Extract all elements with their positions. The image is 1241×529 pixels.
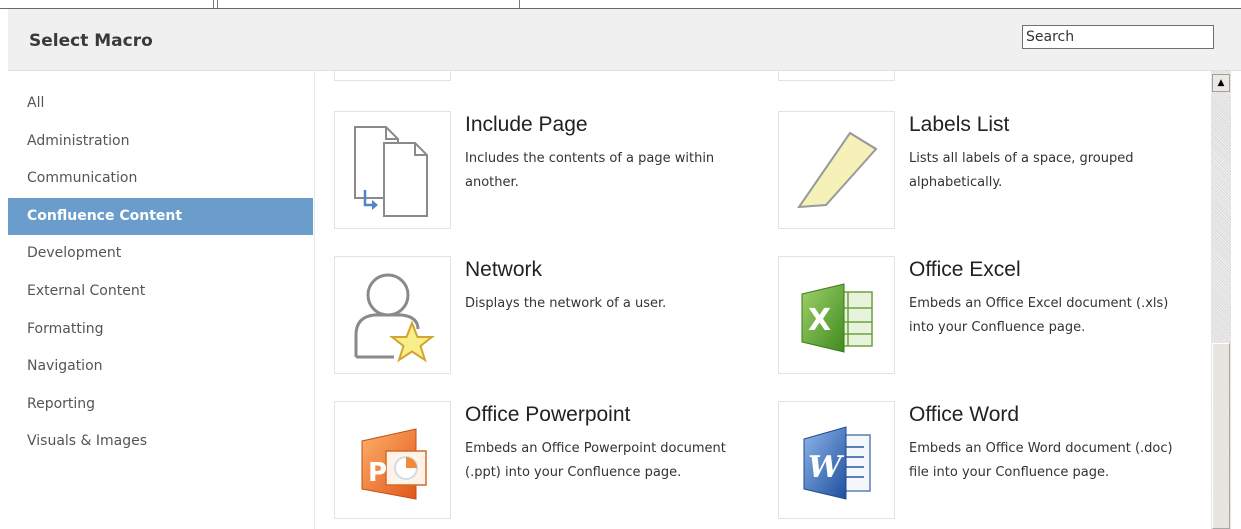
macro-name: Network <box>465 258 543 281</box>
network-user-icon <box>354 273 435 363</box>
search-input[interactable] <box>1022 25 1214 49</box>
macro-include-page[interactable]: Include Page Includes the contents of a … <box>334 111 774 229</box>
category-sidebar: All Administration Communication Conflue… <box>8 85 313 461</box>
include-page-icon <box>353 126 428 217</box>
macro-name: Labels List <box>909 113 1010 136</box>
macro-thumbnail: W <box>778 401 895 519</box>
excel-icon: X <box>801 283 873 353</box>
category-formatting[interactable]: Formatting <box>8 311 313 349</box>
scrollbar-thumb[interactable] <box>1212 343 1230 529</box>
category-visuals-images[interactable]: Visuals & Images <box>8 423 313 461</box>
word-icon: W <box>803 426 871 500</box>
category-all[interactable]: All <box>8 85 313 123</box>
category-development[interactable]: Development <box>8 235 313 273</box>
macro-thumbnail-partial <box>778 71 895 81</box>
category-confluence-content[interactable]: Confluence Content <box>8 197 313 236</box>
macro-name: Office Word <box>909 403 1020 426</box>
macro-office-powerpoint[interactable]: P Office Powerpoint Embeds an Office Pow… <box>334 401 774 519</box>
macro-office-excel[interactable]: X Office Excel Embeds an Office Excel do… <box>778 256 1208 374</box>
category-administration[interactable]: Administration <box>8 123 313 161</box>
dialog-header: Select Macro <box>8 9 1241 71</box>
macro-description: Lists all labels of a space, grouped alp… <box>909 151 1134 190</box>
macro-list: Include Page Includes the contents of a … <box>315 71 1208 529</box>
arrow-up-icon: ▲ <box>1217 78 1225 88</box>
top-tick <box>519 0 520 8</box>
category-communication[interactable]: Communication <box>8 160 313 198</box>
macro-network[interactable]: Network Displays the network of a user. <box>334 256 774 374</box>
macro-name: Include Page <box>465 113 588 136</box>
category-external-content[interactable]: External Content <box>8 273 313 311</box>
dialog-title: Select Macro <box>29 31 153 51</box>
category-navigation[interactable]: Navigation <box>8 348 313 386</box>
macro-description: Embeds an Office Word document (.doc) fi… <box>909 441 1173 480</box>
category-reporting[interactable]: Reporting <box>8 386 313 424</box>
scroll-up-button[interactable]: ▲ <box>1212 74 1230 92</box>
powerpoint-icon: P <box>361 428 427 500</box>
macro-thumbnail: X <box>778 256 895 374</box>
macro-description: Embeds an Office Excel document (.xls) i… <box>909 296 1169 335</box>
macro-thumbnail <box>334 256 451 374</box>
svg-text:P: P <box>368 458 387 488</box>
svg-text:X: X <box>808 303 831 338</box>
macro-name: Office Excel <box>909 258 1021 281</box>
svg-text:W: W <box>808 450 845 485</box>
top-tick <box>213 0 214 8</box>
macro-thumbnail <box>778 111 895 229</box>
top-tick <box>217 0 218 8</box>
macro-labels-list[interactable]: Labels List Lists all labels of a space,… <box>778 111 1208 229</box>
macro-thumbnail-partial <box>334 71 451 81</box>
label-tag-icon <box>796 131 878 209</box>
macro-description: Embeds an Office Powerpoint document (.p… <box>465 441 726 480</box>
vertical-scrollbar[interactable]: ▲ <box>1211 71 1231 529</box>
macro-description: Includes the contents of a page within a… <box>465 151 715 190</box>
macro-description: Displays the network of a user. <box>465 296 667 311</box>
macro-office-word[interactable]: W Office Word Embeds an Office Word docu… <box>778 401 1208 519</box>
macro-thumbnail <box>334 111 451 229</box>
macro-name: Office Powerpoint <box>465 403 631 426</box>
macro-thumbnail: P <box>334 401 451 519</box>
